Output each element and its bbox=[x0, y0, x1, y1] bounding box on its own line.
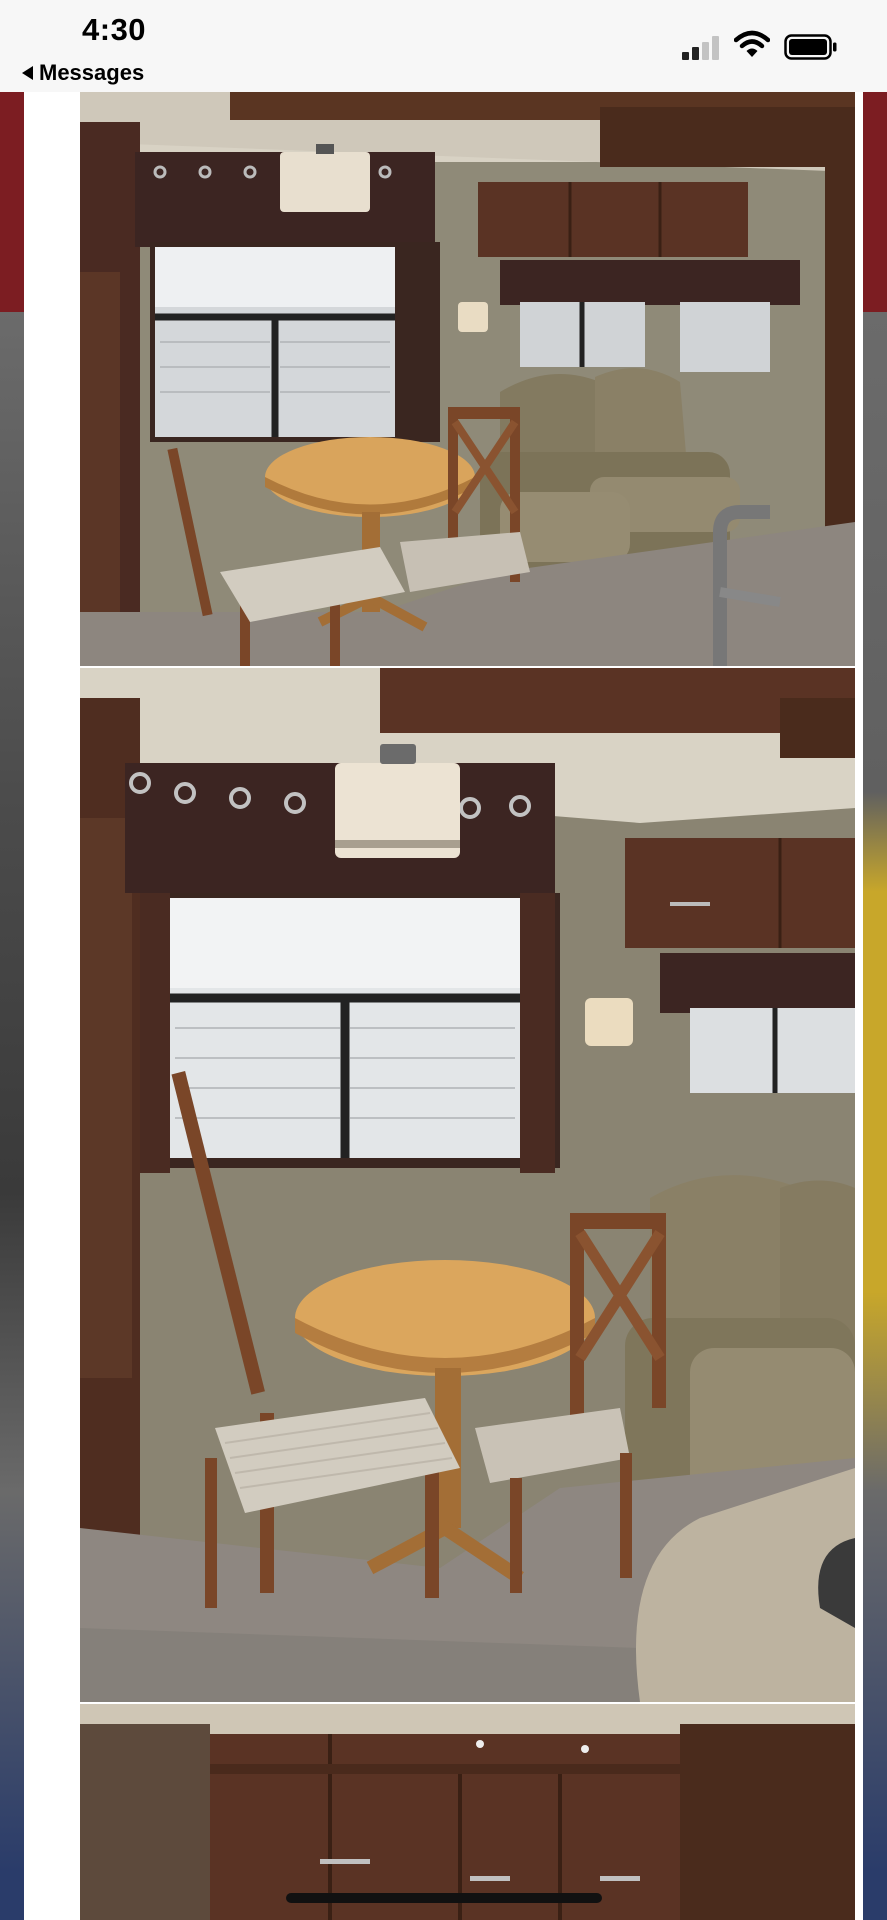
photo-rv-dining-area-close[interactable] bbox=[80, 668, 855, 1702]
back-arrow-icon bbox=[22, 66, 33, 80]
back-button[interactable]: Messages bbox=[22, 60, 144, 86]
photo-rv-kitchen-cabinets[interactable] bbox=[80, 1704, 855, 1920]
battery-icon bbox=[784, 34, 837, 60]
image-viewer-card[interactable] bbox=[24, 92, 863, 1920]
clock: 4:30 bbox=[82, 12, 147, 47]
wifi-icon bbox=[734, 30, 770, 57]
background-page-right bbox=[863, 92, 887, 1920]
cellular-signal-icon bbox=[682, 36, 722, 60]
photo-rv-dining-area-wide[interactable] bbox=[80, 92, 855, 666]
back-label: Messages bbox=[39, 60, 145, 85]
status-bar: 4:30 Messages bbox=[0, 0, 887, 92]
background-page-left bbox=[0, 92, 24, 1920]
home-indicator[interactable] bbox=[286, 1893, 602, 1903]
